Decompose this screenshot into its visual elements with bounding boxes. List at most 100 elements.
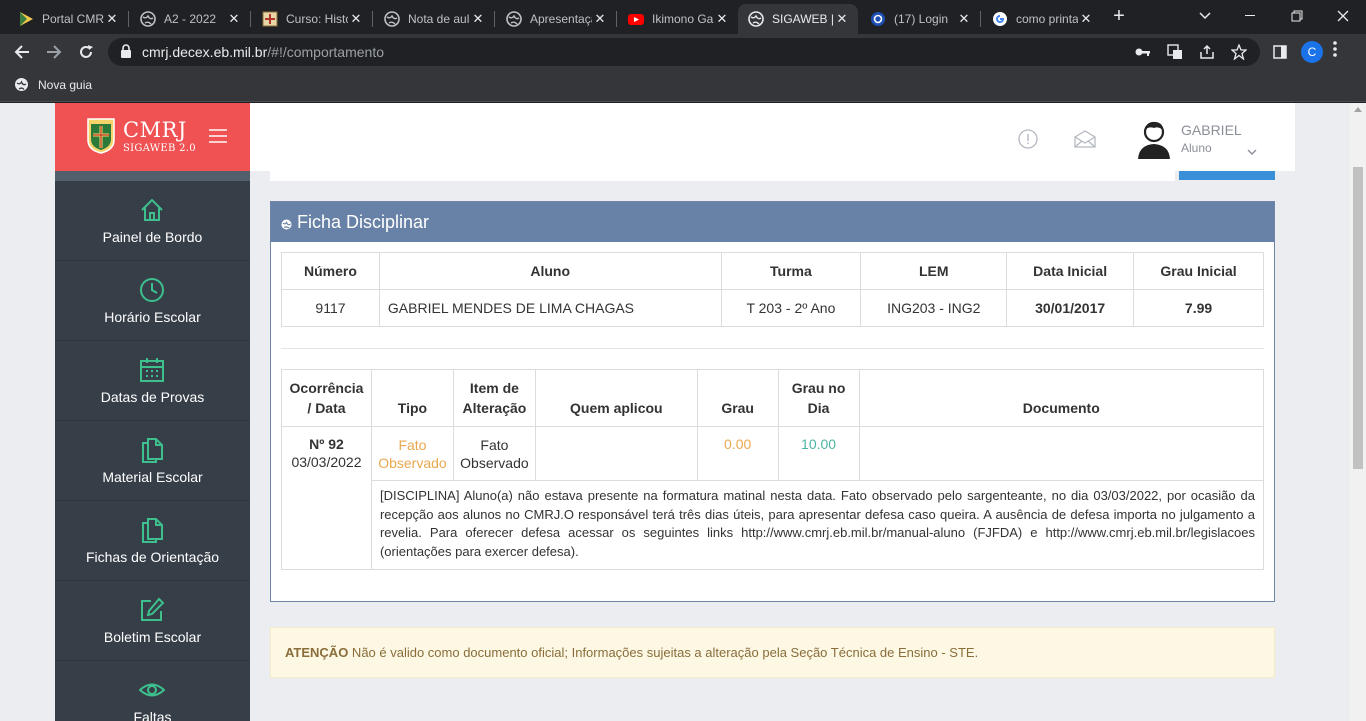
eye-icon — [138, 676, 166, 704]
document-icon — [138, 516, 166, 544]
page-viewport: CMRJ SIGAWEB 2.0 GABRIEL Aluno Painel de… — [0, 103, 1366, 721]
minimize-icon[interactable] — [1240, 5, 1262, 27]
alert-icon[interactable] — [1018, 129, 1038, 154]
back-icon[interactable] — [10, 40, 34, 64]
table-row: Nº 92 03/03/2022 Fato Observado Fato Observ… — [281, 426, 1265, 570]
page-scrollbar[interactable] — [1350, 103, 1366, 721]
browser-tab-active[interactable]: SIGAWEB | C ✕ — [738, 4, 858, 34]
translate-icon[interactable] — [1166, 43, 1184, 61]
browser-tab-strip: Portal CMRJ ✕ A2 - 2022 ✕ Curso: Históri… — [0, 0, 1366, 34]
chevron-down-icon[interactable] — [1247, 143, 1257, 161]
share-icon[interactable] — [1198, 43, 1216, 61]
user-name[interactable]: GABRIEL — [1181, 122, 1242, 138]
globe-icon — [15, 78, 28, 91]
clock-icon — [138, 276, 166, 304]
new-tab-button[interactable]: + — [1108, 6, 1130, 28]
key-icon[interactable] — [1134, 43, 1152, 61]
close-window-icon[interactable] — [1332, 5, 1354, 27]
user-avatar[interactable] — [1136, 119, 1172, 164]
scrollbar-thumb[interactable] — [1353, 167, 1363, 469]
circle-logo-icon — [870, 11, 886, 27]
column-header-grau: Grau — [696, 369, 779, 427]
sidebar-item-faltas[interactable]: Faltas — [55, 661, 250, 721]
sidebar-item-boletim[interactable]: Boletim Escolar — [55, 581, 250, 661]
scroll-up-arrow[interactable] — [1354, 107, 1362, 112]
bookmark-star-icon[interactable] — [1230, 43, 1248, 61]
browser-tab[interactable]: (17) Login ✕ — [860, 4, 980, 34]
browser-tab[interactable]: Ikimono Gakari ✕ — [618, 4, 738, 34]
browser-tab[interactable]: Nota de aula ✕ — [374, 4, 494, 34]
table-header-row: Número Aluno Turma LEM Data Inicial Grau… — [281, 252, 1264, 290]
close-icon[interactable]: ✕ — [1078, 11, 1094, 27]
play-triangle-icon — [18, 11, 34, 27]
globe-icon — [281, 217, 292, 235]
browser-tab[interactable]: como printar ✕ — [982, 4, 1102, 34]
globe-icon — [506, 11, 522, 27]
tab-search-icon[interactable] — [1194, 5, 1216, 27]
sidebar-item-horario[interactable]: Horário Escolar — [55, 261, 250, 341]
sidebar-item-datas[interactable]: Datas de Provas — [55, 341, 250, 421]
table-header-row: Ocorrência / Data Tipo Item de Alteração Q… — [281, 369, 1265, 427]
mail-icon[interactable] — [1074, 130, 1096, 153]
close-icon[interactable]: ✕ — [348, 11, 364, 27]
reload-icon[interactable] — [74, 40, 98, 64]
tab-title: Nota de aula — [408, 12, 470, 26]
close-icon[interactable]: ✕ — [104, 11, 120, 27]
youtube-icon — [628, 11, 644, 27]
menu-dots-icon[interactable] — [1333, 40, 1337, 63]
brand-logo[interactable]: CMRJ SIGAWEB 2.0 — [55, 103, 250, 171]
tab-title: Ikimono Gakari — [652, 12, 714, 26]
close-icon[interactable]: ✕ — [226, 11, 242, 27]
bookmark-label: Nova guia — [38, 77, 93, 92]
lock-icon[interactable] — [120, 44, 132, 63]
column-header-quem: Quem aplicou — [534, 369, 698, 427]
sidebar-item-label: Boletim Escolar — [103, 629, 202, 645]
bookmarks-bar: Nova guia — [0, 70, 1366, 102]
sidebar-item-painel[interactable]: Painel de Bordo — [55, 181, 250, 261]
column-header: Aluno — [378, 252, 722, 290]
sidebar-item-fichas[interactable]: Fichas de Orientação — [55, 501, 250, 581]
action-button-edge[interactable] — [1179, 171, 1275, 180]
address-bar[interactable]: cmrj.decex.eb.mil.br/#!/comportamento — [108, 38, 1260, 66]
hamburger-menu-icon[interactable] — [209, 129, 227, 147]
tab-title: Curso: História — [286, 12, 348, 26]
panel-header: Ficha Disciplinar — [271, 202, 1274, 242]
column-header: Turma — [720, 252, 862, 290]
column-header-item: Item de Alteração — [452, 369, 536, 427]
browser-tab[interactable]: A2 - 2022 ✕ — [130, 4, 250, 34]
brand-subtitle: SIGAWEB 2.0 — [123, 143, 196, 154]
browser-toolbar: cmrj.decex.eb.mil.br/#!/comportamento C — [0, 34, 1366, 70]
browser-tab[interactable]: Curso: História ✕ — [252, 4, 372, 34]
student-name: GABRIEL MENDES DE LIMA CHAGAS — [378, 289, 722, 327]
restore-icon[interactable] — [1286, 5, 1308, 27]
tab-title: SIGAWEB | C — [772, 12, 834, 26]
forward-icon[interactable] — [42, 40, 66, 64]
notice-text: Não é valido como documento oficial; Inf… — [348, 645, 979, 660]
user-role[interactable]: Aluno — [1181, 141, 1212, 155]
column-header: Data Inicial — [1006, 252, 1135, 290]
url-text: cmrj.decex.eb.mil.br/#!/comportamento — [142, 44, 384, 60]
sidebar-item-label: Painel de Bordo — [102, 229, 203, 245]
column-header: Grau Inicial — [1133, 252, 1264, 290]
occurrence-type: Fato Observado — [370, 426, 454, 481]
occurrence-description: [DISCIPLINA] Aluno(a) não estava present… — [370, 480, 1265, 570]
sidebar-item-material[interactable]: Material Escolar — [55, 421, 250, 501]
calendar-icon — [138, 356, 166, 384]
browser-tab[interactable]: Apresentação ✕ — [496, 4, 616, 34]
occurrence-document — [858, 426, 1265, 481]
close-icon[interactable]: ✕ — [956, 11, 972, 27]
close-icon[interactable]: ✕ — [592, 11, 608, 27]
side-panel-icon[interactable] — [1268, 40, 1292, 64]
browser-tab[interactable]: Portal CMRJ ✕ — [8, 4, 128, 34]
student-number: 9117 — [281, 289, 380, 327]
profile-avatar[interactable]: C — [1301, 41, 1323, 63]
sidebar-item-label: Faltas — [133, 709, 172, 721]
close-icon[interactable]: ✕ — [470, 11, 486, 27]
tab-title: como printar — [1016, 12, 1078, 26]
column-header-ocorrencia: Ocorrência / Data — [281, 369, 372, 427]
close-icon[interactable]: ✕ — [834, 11, 850, 27]
warning-notice: ATENÇÃO Não é valido como documento ofic… — [270, 627, 1275, 678]
close-icon[interactable]: ✕ — [714, 11, 730, 27]
student-class: T 203 - 2º Ano — [720, 289, 862, 327]
bookmark-item[interactable]: Nova guia — [14, 77, 92, 92]
